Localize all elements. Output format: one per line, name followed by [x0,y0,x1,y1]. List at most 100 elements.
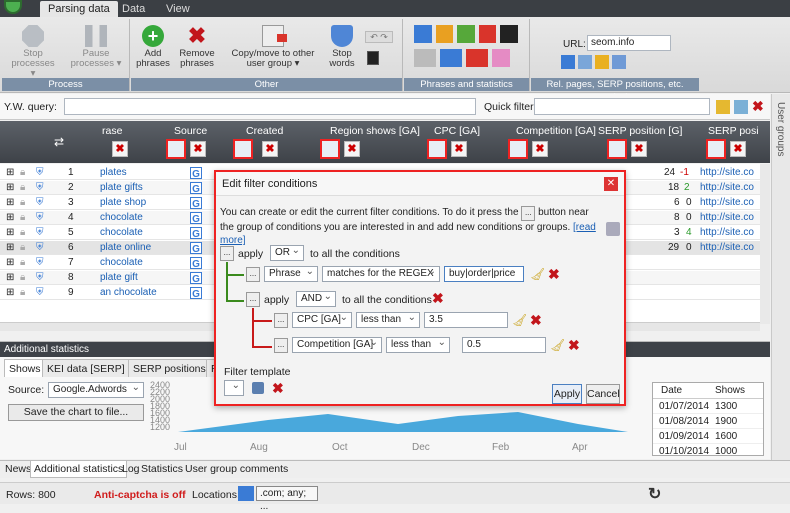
user-groups-tab[interactable]: User groups [775,102,786,156]
stop-words-button[interactable]: Stop words [325,25,359,69]
expand-icon[interactable]: ⊞ [6,211,14,225]
undo-redo-icon[interactable]: ↶ ↷ [365,31,393,43]
cond1-value-input[interactable]: buy|order|price [444,266,524,282]
kei-tool-icon[interactable] [414,49,436,67]
black-square-icon[interactable] [367,51,379,65]
row-phrase[interactable]: an chocolate [100,286,157,300]
phrase-clear-filter-icon[interactable]: ✖ [112,141,128,157]
row-url[interactable]: http://site.co [700,196,754,210]
quick-filter-input[interactable] [534,98,710,115]
serp-position-clear-filter-icon[interactable]: ✖ [631,141,647,157]
pages-icon[interactable] [578,55,592,69]
table-row[interactable]: 01/08/2014 1900 [653,414,763,429]
column-source[interactable]: Source [174,125,207,137]
serp-posi-clear-filter-icon[interactable]: ✖ [730,141,746,157]
stop-processes-button[interactable]: Stop processes ▾ [8,25,58,79]
and-group-delete-icon[interactable]: ✖ [432,291,444,305]
google-serp-icon[interactable] [561,55,575,69]
lock-icon[interactable]: 🔒︎ [20,226,25,240]
row-url[interactable]: http://site.co [700,226,754,240]
expand-icon[interactable]: ⊞ [6,271,14,285]
user-groups-panel[interactable]: User groups [771,94,790,466]
column-phrase[interactable]: rase [102,125,122,137]
row-phrase[interactable]: plate gift [100,271,138,285]
created-filter-icon[interactable] [233,139,253,159]
tab-statistics[interactable]: Statistics [138,461,186,478]
cond3-delete-icon[interactable]: ✖ [568,338,580,352]
source-filter-icon[interactable] [166,139,186,159]
column-settings-icon[interactable]: ⇄ [54,135,64,149]
tab-additional-statistics[interactable]: Additional statistics [30,461,128,478]
cond2-field-select[interactable]: CPC [GA] [292,311,352,328]
save-template-icon[interactable] [252,382,264,394]
root-group-button[interactable]: ... [220,246,234,261]
table-row[interactable]: 01/09/2014 1600 [653,429,763,444]
google-dropdown-icon[interactable] [440,49,462,67]
row-phrase[interactable]: plate shop [100,196,146,210]
cond3-clear-icon[interactable]: 🧹︎ [550,338,565,352]
cond3-value-input[interactable]: 0.5 [462,337,546,353]
tab-serp-positions[interactable]: SERP positions [128,359,211,377]
lock-icon[interactable]: 🔒︎ [20,286,25,300]
keyword-tool-icon[interactable] [435,25,454,43]
tab-data[interactable]: Data [114,1,153,17]
red-dropdown-icon[interactable] [466,49,488,67]
chart-tool-icon[interactable] [457,25,475,43]
source-clear-filter-icon[interactable]: ✖ [190,141,206,157]
cond3-menu-button[interactable]: ... [274,338,288,353]
lock-icon[interactable]: 🔒︎ [20,271,25,285]
row-phrase[interactable]: chocolate [100,226,143,240]
stats-tool-icon[interactable] [478,25,497,43]
lock-icon[interactable]: 🔒︎ [20,196,25,210]
tab-parsing-data[interactable]: Parsing data [40,1,118,17]
row-phrase[interactable]: plate online [100,241,151,255]
region-shows-filter-icon[interactable] [320,139,340,159]
expand-icon[interactable]: ⊞ [6,166,14,180]
tab-kei-data[interactable]: KEI data [SERP] [42,359,130,377]
pause-processes-button[interactable]: Pause processes ▾ [68,25,124,69]
serp-posi-filter-icon[interactable] [706,139,726,159]
lock-icon[interactable]: 🔒︎ [20,211,25,225]
expand-icon[interactable]: ⊞ [6,256,14,270]
cond2-menu-button[interactable]: ... [274,313,288,328]
cond2-delete-icon[interactable]: ✖ [530,313,542,327]
and-group-button[interactable]: ... [246,292,260,307]
vertical-scrollbar[interactable] [760,164,770,324]
or-select[interactable]: OR [270,244,304,261]
row-url[interactable]: http://site.co [700,181,754,195]
cond1-menu-button[interactable]: ... [246,267,260,282]
column-region-shows[interactable]: Region shows [GA] [330,125,420,137]
remove-phrases-button[interactable]: ✖ Remove phrases [175,25,219,69]
google-tool-icon[interactable] [414,25,432,43]
row-phrase[interactable]: chocolate [100,211,143,225]
column-serp-posi[interactable]: SERP posi [708,125,759,137]
created-clear-filter-icon[interactable]: ✖ [262,141,278,157]
cond3-operator-select[interactable]: less than [386,336,450,353]
column-serp-position[interactable]: SERP position [G] [598,125,682,137]
cpc-filter-icon[interactable] [427,139,447,159]
source-select[interactable]: Google.Adwords [48,381,144,398]
delete-template-icon[interactable]: ✖ [272,381,284,395]
tab-user-group-comments[interactable]: User group comments [182,461,291,478]
dark-tool-icon[interactable] [500,25,518,43]
clear-filter-icon[interactable]: ✖ [752,99,764,113]
apply-button[interactable]: Apply [552,384,582,404]
and-select[interactable]: AND [296,290,336,307]
lock-icon[interactable]: 🔒︎ [20,181,25,195]
anti-captcha-status[interactable]: Anti-captcha is off [94,489,186,501]
row-phrase[interactable]: plate gifts [100,181,143,195]
cond3-field-select[interactable]: Competition [GA] [292,336,382,353]
row-phrase[interactable]: plates [100,166,127,180]
tab-view[interactable]: View [158,1,198,17]
save-chart-button[interactable]: Save the chart to file... [8,404,144,421]
region-shows-clear-filter-icon[interactable]: ✖ [344,141,360,157]
row-url[interactable]: http://site.co [700,166,754,180]
cond1-delete-icon[interactable]: ✖ [548,267,560,281]
cond2-operator-select[interactable]: less than [356,311,420,328]
competition-clear-filter-icon[interactable]: ✖ [532,141,548,157]
expand-icon[interactable]: ⊞ [6,181,14,195]
tab-shows[interactable]: Shows [4,359,46,377]
copy-move-button[interactable]: Copy/move to other user group ▾ [225,25,321,69]
column-competition[interactable]: Competition [GA] [516,125,596,137]
lock-icon[interactable]: 🔒︎ [20,241,25,255]
